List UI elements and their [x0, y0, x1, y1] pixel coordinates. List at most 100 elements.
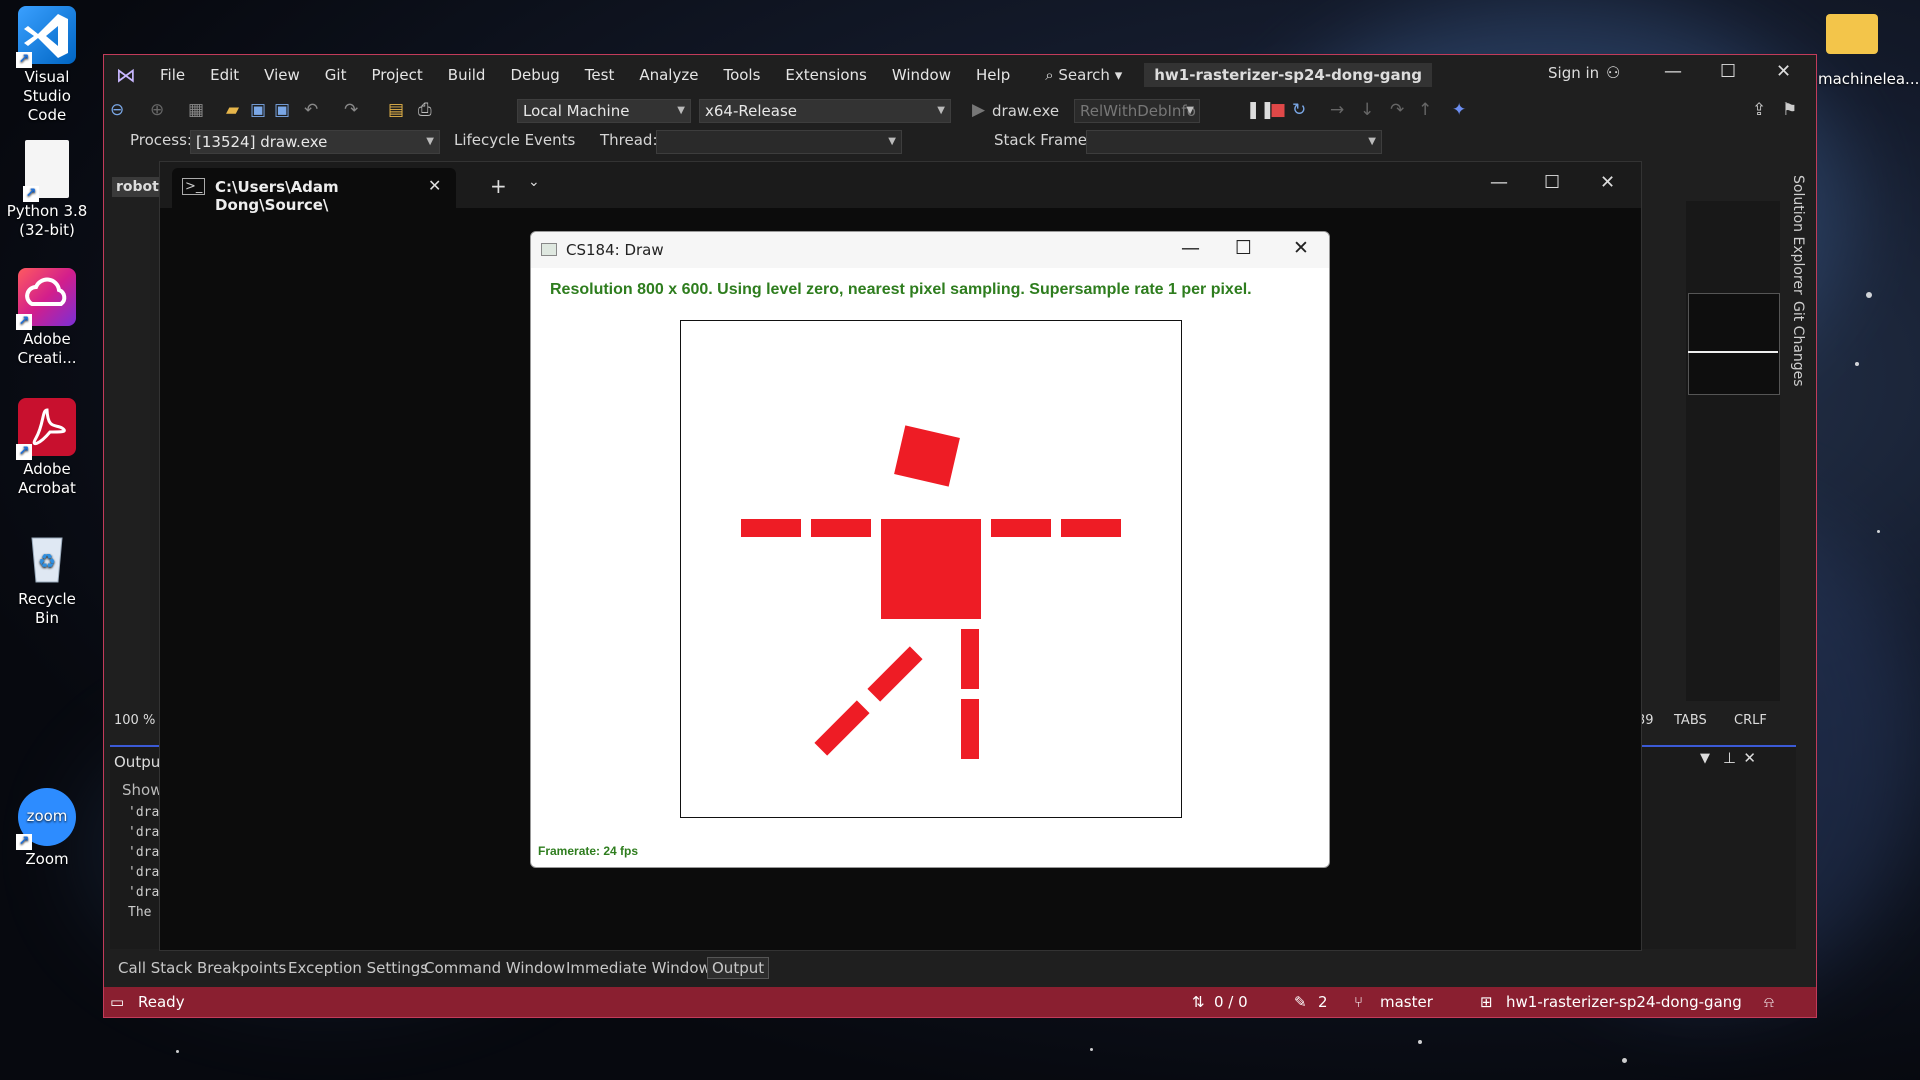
figure-left-forearm — [811, 519, 871, 537]
tab-output[interactable]: Output — [707, 957, 770, 979]
terminal-icon: >_ — [182, 178, 206, 195]
close-button[interactable]: ✕ — [1776, 61, 1791, 82]
draw-close-button[interactable]: ✕ — [1293, 237, 1309, 259]
menu-debug[interactable]: Debug — [510, 66, 559, 84]
branch-name[interactable]: master — [1380, 993, 1433, 1011]
menu-edit[interactable]: Edit — [210, 66, 239, 84]
menu-analyze[interactable]: Analyze — [639, 66, 698, 84]
menu-test[interactable]: Test — [585, 66, 615, 84]
desktop-icon-vscode[interactable]: ↗ Visual Studio Code — [4, 6, 90, 125]
tab-command-window[interactable]: Command Window — [424, 959, 565, 977]
menu-project[interactable]: Project — [371, 66, 422, 84]
menu-view[interactable]: View — [264, 66, 300, 84]
edits-count[interactable]: 2 — [1318, 993, 1328, 1011]
play-icon[interactable]: ▶ — [972, 100, 985, 120]
close-tab-icon[interactable]: ✕ — [428, 176, 441, 195]
build-type-dropdown[interactable]: RelWithDebInfo ▼ — [1074, 99, 1200, 123]
sign-in-link[interactable]: Sign in — [1548, 64, 1599, 82]
desktop-icon-label: Zoom — [25, 850, 69, 868]
save-all-icon[interactable]: ▣ — [274, 100, 290, 120]
share-icon[interactable]: ⇪ — [1752, 100, 1766, 120]
editor-tab[interactable]: robot. — [112, 177, 164, 197]
debug-target-dropdown[interactable]: Local Machine ▼ — [517, 99, 691, 123]
tab-immediate-window[interactable]: Immediate Window — [566, 959, 711, 977]
draw-window-title: CS184: Draw — [566, 241, 664, 259]
step-back-icon[interactable]: ↷ — [1390, 100, 1404, 120]
desktop-icon-zoom[interactable]: zoom ↗ Zoom — [4, 788, 90, 869]
desktop-icon-adobe-cc[interactable]: ↗ Adobe Creati... — [4, 268, 90, 368]
tabs-indicator[interactable]: TABS — [1674, 713, 1707, 728]
menu-git[interactable]: Git — [325, 66, 347, 84]
desktop-icon-acrobat[interactable]: ↗ Adobe Acrobat — [4, 398, 90, 498]
output-line: 'dra — [128, 865, 160, 880]
menu-file[interactable]: File — [160, 66, 185, 84]
code-minimap[interactable] — [1686, 201, 1780, 701]
repo-name[interactable]: hw1-rasterizer-sp24-dong-gang — [1506, 993, 1742, 1011]
open-folder-icon[interactable]: ▰ — [226, 100, 239, 120]
process-dropdown[interactable]: [13524] draw.exe ▼ — [190, 130, 440, 154]
terminal-tab-bar: >_ C:\Users\Adam Dong\Source\ ✕ + ⌄ — ☐ … — [160, 162, 1641, 214]
minimap-viewport[interactable] — [1688, 293, 1780, 395]
menu-window[interactable]: Window — [892, 66, 951, 84]
restart-icon[interactable]: ↻ — [1292, 100, 1306, 120]
undo-icon[interactable]: ↶ — [304, 100, 318, 120]
chevron-down-icon: ▼ — [677, 105, 685, 116]
render-canvas[interactable] — [680, 320, 1182, 818]
save-icon[interactable]: ▣ — [250, 100, 266, 120]
draw-minimize-button[interactable]: — — [1181, 237, 1200, 259]
new-tab-icon[interactable]: + — [490, 174, 507, 198]
tab-dropdown-icon[interactable]: ⌄ — [528, 174, 540, 190]
terminal-tab[interactable]: >_ C:\Users\Adam Dong\Source\ ✕ — [172, 168, 456, 214]
stack-frame-dropdown[interactable]: ▼ — [1086, 130, 1382, 154]
figure-left-thigh — [867, 646, 923, 702]
terminal-minimize-button[interactable]: — — [1490, 172, 1508, 193]
feedback-icon[interactable]: ⚑ — [1782, 100, 1797, 120]
back-icon[interactable]: ⊖ — [110, 100, 124, 120]
new-item-icon[interactable]: ▦ — [188, 100, 204, 120]
terminal-maximize-button[interactable]: ☐ — [1544, 172, 1560, 193]
lifecycle-events[interactable]: Lifecycle Events — [454, 131, 575, 149]
run-target[interactable]: draw.exe — [992, 102, 1059, 120]
desktop-icon-recycle-bin[interactable]: ♻ Recycle Bin — [4, 528, 90, 628]
desktop-icon-python[interactable]: ↗ Python 3.8 (32-bit) — [4, 140, 90, 240]
menu-help[interactable]: Help — [976, 66, 1010, 84]
sync-count[interactable]: 0 / 0 — [1214, 993, 1248, 1011]
configuration-dropdown[interactable]: x64-Release ▼ — [699, 99, 951, 123]
step-over-icon[interactable]: → — [1330, 100, 1344, 120]
redo-icon[interactable]: ↷ — [344, 100, 358, 120]
forward-icon[interactable]: ⊕ — [150, 100, 164, 120]
line-ending-indicator[interactable]: CRLF — [1734, 713, 1767, 728]
maximize-button[interactable]: ☐ — [1720, 61, 1736, 82]
account-icon[interactable]: ⚇ — [1606, 63, 1620, 82]
minimize-button[interactable]: — — [1664, 61, 1682, 82]
pin-icon[interactable]: ⊥ — [1723, 749, 1736, 767]
step-into-icon[interactable]: ↓ — [1360, 100, 1374, 120]
search-button[interactable]: ⌕ Search ▾ — [1045, 66, 1122, 84]
tab-breakpoints[interactable]: Breakpoints — [197, 959, 286, 977]
draw-maximize-button[interactable]: ☐ — [1235, 237, 1252, 259]
branch-icon: ⑂ — [1354, 993, 1364, 1011]
terminal-close-button[interactable]: ✕ — [1600, 172, 1615, 193]
solution-folder-icon[interactable]: ▤ — [388, 100, 404, 120]
diagnostics-icon[interactable]: ✦ — [1452, 100, 1466, 120]
configuration-value: x64-Release — [705, 102, 797, 120]
thread-dropdown[interactable]: ▼ — [656, 130, 902, 154]
process-value: [13524] draw.exe — [196, 133, 328, 151]
tab-call-stack[interactable]: Call Stack — [118, 959, 192, 977]
stop-icon[interactable]: ■ — [1270, 100, 1286, 120]
zoom-level[interactable]: 100 % — [114, 713, 155, 728]
menu-extensions[interactable]: Extensions — [785, 66, 866, 84]
menu-build[interactable]: Build — [448, 66, 486, 84]
desktop-icon-label: Visual Studio Code — [23, 68, 71, 124]
side-tab-git-changes[interactable]: Git Changes — [1790, 301, 1806, 387]
close-panel-icon[interactable]: ✕ — [1743, 749, 1756, 767]
figure-right-shin — [961, 699, 979, 759]
printer-icon[interactable]: ⎙ — [418, 100, 432, 120]
side-tab-solution-explorer[interactable]: Solution Explorer — [1790, 175, 1806, 295]
panel-dropdown-icon[interactable]: ▼ — [1700, 751, 1710, 766]
tab-exception-settings[interactable]: Exception Settings — [288, 959, 428, 977]
step-out-icon[interactable]: ↑ — [1418, 100, 1432, 120]
folder-icon[interactable] — [1826, 14, 1878, 54]
notification-bell-icon[interactable]: ⍾ — [1764, 993, 1774, 1011]
menu-tools[interactable]: Tools — [723, 66, 760, 84]
